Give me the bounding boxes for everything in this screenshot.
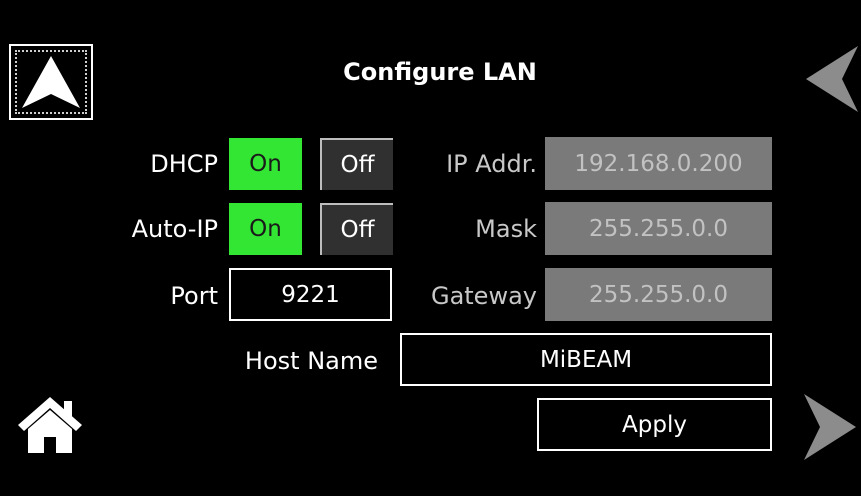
ip-addr-field: 192.168.0.200 [545,137,772,190]
dhcp-on-button[interactable]: On [229,138,302,190]
forward-button[interactable] [801,390,859,464]
right-arrow-icon [804,394,856,460]
host-name-field[interactable]: MiBEAM [400,333,772,386]
configure-lan-screen: Configure LAN DHCP On Off IP Addr. 192.1… [0,0,861,496]
gateway-field: 255.255.0.0 [545,268,772,321]
dhcp-off-button[interactable]: Off [320,138,393,190]
dhcp-label: DHCP [150,150,218,178]
left-arrow-icon [806,46,858,112]
home-icon [18,397,82,453]
page-title: Configure LAN [343,58,537,86]
mask-field: 255.255.0.0 [545,202,772,255]
host-name-label: Host Name [244,347,378,375]
auto-ip-on-button[interactable]: On [229,203,302,255]
mask-label: Mask [475,215,537,243]
back-button[interactable] [803,42,861,116]
ip-addr-label: IP Addr. [446,150,537,178]
home-button[interactable] [16,395,84,455]
auto-ip-off-button[interactable]: Off [320,203,393,255]
auto-ip-label: Auto-IP [131,215,218,243]
port-field[interactable]: 9221 [229,268,392,321]
gateway-label: Gateway [430,282,537,310]
port-label: Port [170,282,218,310]
apply-button[interactable]: Apply [537,398,772,451]
